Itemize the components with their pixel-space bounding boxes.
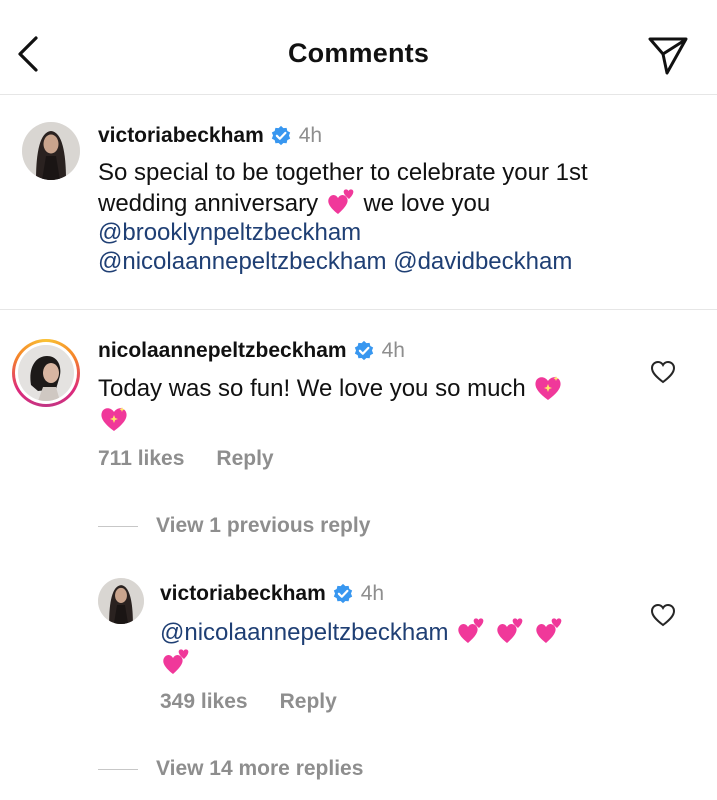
reply-button[interactable]: Reply (216, 447, 273, 471)
avatar[interactable] (98, 578, 144, 624)
avatar (18, 345, 74, 401)
caption-line: @brooklynpeltzbeckham (98, 218, 698, 247)
two-hearts-emoji-icon (535, 618, 561, 643)
sparkling-heart-emoji-icon (101, 407, 127, 431)
caption-line: @nicolaannepeltzbeckham @davidbeckham (98, 247, 698, 276)
mention-link[interactable]: @brooklynpeltzbeckham (98, 219, 361, 246)
caption-line: So special to be together to celebrate y… (98, 159, 588, 186)
verified-badge-icon (354, 340, 373, 361)
mention-link[interactable]: @nicolaannepeltzbeckham (98, 248, 387, 275)
reply-text: @nicolaannepeltzbeckham (160, 616, 630, 678)
profile-photo (22, 122, 80, 180)
view-previous-replies[interactable]: View 1 previous reply (98, 514, 370, 538)
likes-count[interactable]: 711 likes (98, 447, 184, 471)
verified-badge-icon (271, 125, 290, 146)
username[interactable]: nicolaannepeltzbeckham (98, 339, 347, 363)
caption-fragment: wedding anniversary (98, 190, 319, 217)
comment-body: Today was so fun! We love you so much (98, 375, 526, 402)
page-title: Comments (287, 38, 430, 68)
timestamp: 4h (298, 124, 323, 147)
comment-actions: 711 likes Reply (98, 447, 274, 471)
timestamp: 4h (360, 582, 385, 605)
caption-header: victoriabeckham 4h (98, 124, 322, 148)
comment-text: Today was so fun! We love you so much (98, 372, 638, 434)
profile-photo (18, 345, 74, 401)
like-heart-icon[interactable] (650, 603, 676, 627)
mention-link[interactable]: @davidbeckham (393, 248, 572, 275)
timestamp: 4h (381, 339, 405, 362)
divider-line (98, 525, 138, 527)
reply-button[interactable]: Reply (280, 690, 337, 714)
verified-badge-icon (333, 583, 352, 604)
post-caption: victoriabeckham 4h So special to be toge… (0, 96, 717, 310)
caption-text: So special to be together to celebrate y… (98, 158, 698, 276)
story-ring-avatar[interactable] (12, 339, 80, 407)
like-heart-icon[interactable] (650, 360, 676, 384)
caption-line: wedding anniversary we love you (98, 187, 698, 218)
paper-plane-icon[interactable] (647, 34, 689, 76)
username[interactable]: victoriabeckham (160, 582, 326, 606)
comment-header: nicolaannepeltzbeckham 4h (98, 339, 405, 363)
avatar[interactable] (22, 122, 80, 180)
divider-line (98, 768, 138, 770)
two-hearts-emoji-icon (328, 189, 354, 214)
two-hearts-emoji-icon (497, 618, 523, 643)
reply-actions: 349 likes Reply (160, 690, 337, 714)
view-more-replies[interactable]: View 14 more replies (98, 757, 363, 781)
view-more-label[interactable]: View 14 more replies (156, 757, 363, 781)
header: Comments (0, 0, 717, 95)
reply-header: victoriabeckham 4h (160, 582, 384, 606)
likes-count[interactable]: 349 likes (160, 690, 248, 714)
two-hearts-emoji-icon (163, 649, 189, 674)
two-hearts-emoji-icon (458, 618, 484, 643)
username[interactable]: victoriabeckham (98, 124, 264, 148)
profile-photo (98, 578, 144, 624)
mention-link[interactable]: @nicolaannepeltzbeckham (160, 619, 449, 646)
view-previous-label[interactable]: View 1 previous reply (156, 514, 370, 538)
sparkling-heart-emoji-icon (535, 376, 562, 400)
caption-fragment: we love you (363, 190, 491, 217)
